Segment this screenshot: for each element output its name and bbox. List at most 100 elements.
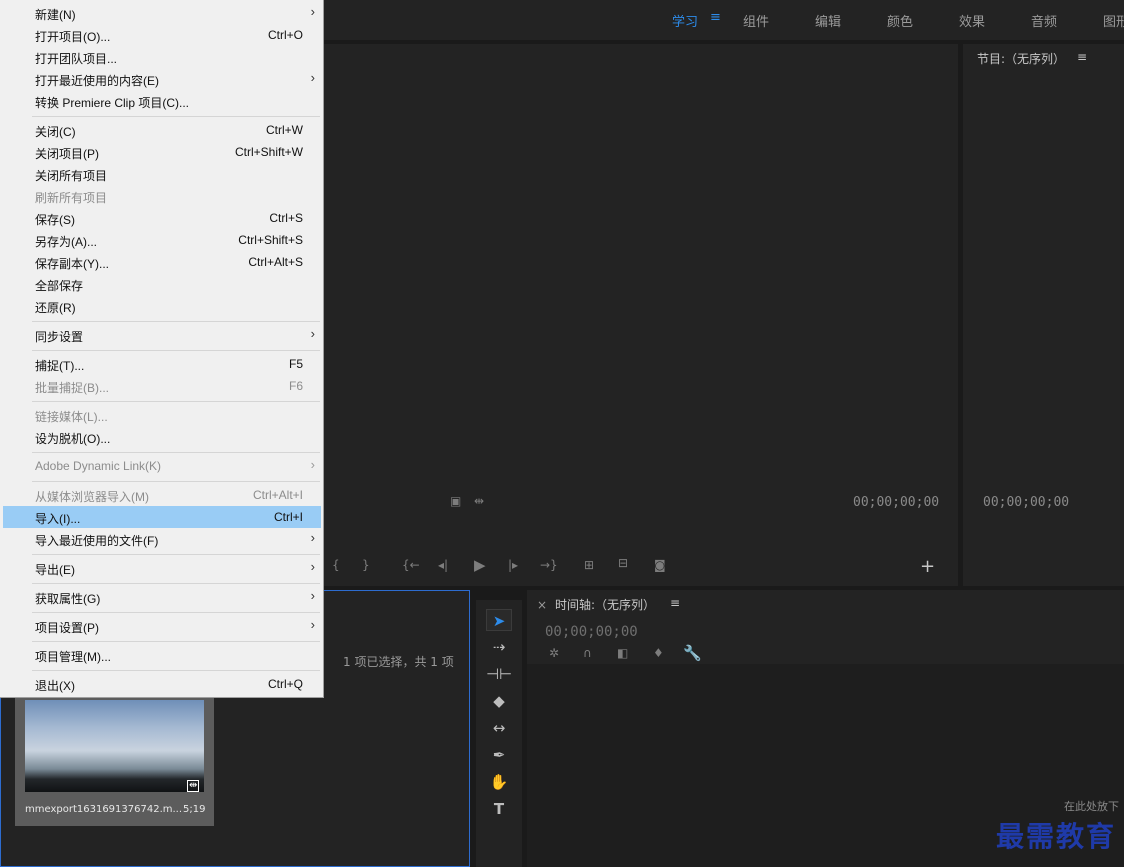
menu-separator <box>32 350 320 351</box>
workspace-tab-editing[interactable]: 编辑 <box>815 11 841 30</box>
program-monitor-panel: 节目:（无序列） ≡ 00;00;00;00 <box>963 44 1124 586</box>
menu-item-capture[interactable]: 捕捉(T)... F5 <box>3 353 321 375</box>
submenu-arrow-icon: › <box>310 457 315 472</box>
add-button-icon[interactable]: + <box>920 556 935 577</box>
menu-separator <box>32 641 320 642</box>
menu-item-open-team-project[interactable]: 打开团队项目... <box>3 46 321 68</box>
menu-item-save-as[interactable]: 另存为(A)... Ctrl+Shift+S <box>3 229 321 251</box>
menu-separator <box>32 670 320 671</box>
menu-item-new[interactable]: 新建(N) › <box>3 2 321 24</box>
menu-item-import[interactable]: 导入(I)... Ctrl+I <box>3 506 321 528</box>
safe-margins-icon[interactable]: ▣ <box>450 494 461 508</box>
timeline-drop-hint: 在此处放下 <box>1064 800 1119 813</box>
workspace-menu-icon[interactable]: ≡ <box>710 10 721 25</box>
workspace-tab-effects[interactable]: 效果 <box>959 11 985 30</box>
camera-icon[interactable]: ◙ <box>654 558 666 572</box>
linked-selection-icon[interactable]: ◧ <box>617 646 628 660</box>
submenu-arrow-icon: › <box>310 559 315 574</box>
menu-item-export[interactable]: 导出(E) › <box>3 557 321 579</box>
timeline-close-icon[interactable]: × <box>537 598 547 612</box>
submenu-arrow-icon: › <box>310 70 315 85</box>
overwrite-icon[interactable]: ⊟ <box>618 556 628 570</box>
add-marker-icon[interactable]: ♦ <box>653 646 664 660</box>
menu-item-save[interactable]: 保存(S) Ctrl+S <box>3 207 321 229</box>
program-menu-icon[interactable]: ≡ <box>1077 50 1087 64</box>
menu-separator <box>32 452 320 453</box>
timeline-menu-icon[interactable]: ≡ <box>670 596 680 610</box>
menu-item-close[interactable]: 关闭(C) Ctrl+W <box>3 119 321 141</box>
file-menu: 新建(N) › 打开项目(O)... Ctrl+O 打开团队项目... 打开最近使用… <box>0 0 324 698</box>
menu-item-make-offline[interactable]: 设为脱机(O)... <box>3 426 321 448</box>
workspace-tab-color[interactable]: 颜色 <box>887 11 913 30</box>
workspace-tab-assembly[interactable]: 组件 <box>743 11 769 30</box>
menu-separator <box>32 321 320 322</box>
clip-duration: 5;19 <box>183 804 206 815</box>
slip-tool-icon[interactable]: ↔ <box>486 717 512 739</box>
submenu-arrow-icon: › <box>310 326 315 341</box>
hand-tool-icon[interactable]: ✋ <box>486 771 512 793</box>
go-to-in-icon[interactable]: {← <box>402 558 420 572</box>
menu-item-project-manager[interactable]: 项目管理(M)... <box>3 644 321 666</box>
mark-in-icon[interactable]: { <box>332 558 340 572</box>
submenu-arrow-icon: › <box>310 588 315 603</box>
menu-item-project-settings[interactable]: 项目设置(P) › <box>3 615 321 637</box>
timeline-timecode[interactable]: 00;00;00;00 <box>545 624 638 640</box>
menu-item-import-from-media-browser: 从媒体浏览器导入(M) Ctrl+Alt+I <box>35 488 303 504</box>
menu-item-sync-settings[interactable]: 同步设置 › <box>3 324 321 346</box>
wrench-icon[interactable]: 🔧 <box>683 644 702 662</box>
play-icon[interactable]: ▶ <box>474 556 486 574</box>
pen-tool-icon[interactable]: ✒ <box>486 744 512 766</box>
menu-item-import-recent-file[interactable]: 导入最近使用的文件(F) › <box>3 528 321 550</box>
selection-status: 1 项已选择，共 1 项 <box>343 655 454 669</box>
menu-item-refresh-all-projects: 刷新所有项目 <box>35 191 108 205</box>
selection-tool-icon[interactable]: ➤ <box>486 609 512 631</box>
mark-out-icon[interactable]: } <box>362 558 370 572</box>
razor-tool-icon[interactable]: ◆ <box>486 690 512 712</box>
menu-separator <box>32 612 320 613</box>
menu-item-get-properties[interactable]: 获取属性(G) › <box>3 586 321 608</box>
tools-panel: ➤ ⇢ ⊣⊢ ◆ ↔ ✒ ✋ T <box>476 600 522 867</box>
menu-separator <box>32 401 320 402</box>
go-to-out-icon[interactable]: →} <box>540 558 558 572</box>
program-timecode[interactable]: 00;00;00;00 <box>983 495 1069 510</box>
menu-item-batch-capture: 批量捕捉(B)... F6 <box>35 379 303 395</box>
step-forward-icon[interactable]: |▸ <box>508 558 518 572</box>
insert-icon[interactable]: ⊞ <box>584 558 594 572</box>
menu-item-open-recent[interactable]: 打开最近使用的内容(E) › <box>3 68 321 90</box>
menu-separator <box>32 554 320 555</box>
ripple-edit-tool-icon[interactable]: ⊣⊢ <box>486 663 512 685</box>
menu-item-convert-clip-project[interactable]: 转换 Premiere Clip 项目(C)... <box>3 90 321 112</box>
menu-item-close-all-projects[interactable]: 关闭所有项目 <box>3 163 321 185</box>
clip-preview-image <box>25 700 204 792</box>
watermark-logo: 最需教育 <box>995 820 1116 853</box>
menu-item-close-project[interactable]: 关闭项目(P) Ctrl+Shift+W <box>3 141 321 163</box>
menu-separator <box>32 481 320 482</box>
submenu-arrow-icon: › <box>310 4 315 19</box>
menu-item-exit[interactable]: 退出(X) Ctrl+Q <box>3 673 321 695</box>
workspace-tab-learn[interactable]: 学习 <box>672 11 698 30</box>
step-back-icon[interactable]: ◂| <box>438 558 448 572</box>
menu-item-revert[interactable]: 还原(R) <box>3 295 321 317</box>
type-tool-icon[interactable]: T <box>486 798 512 820</box>
submenu-arrow-icon: › <box>310 617 315 632</box>
clip-video-icon: ⇹ <box>187 780 200 792</box>
workspace-tab-graphics[interactable]: 图形 <box>1103 11 1124 30</box>
menu-item-save-copy[interactable]: 保存副本(Y)... Ctrl+Alt+S <box>3 251 321 273</box>
timeline-title[interactable]: 时间轴:（无序列） <box>555 596 655 613</box>
clip-name: mmexport1631691376742.m... <box>25 804 183 815</box>
workspace-tab-audio[interactable]: 音频 <box>1031 11 1057 30</box>
output-toggle-icon[interactable]: ⇹ <box>474 494 484 508</box>
clip-thumbnail[interactable]: ⇹ mmexport1631691376742.m... 5;19 <box>15 686 214 826</box>
program-monitor-title[interactable]: 节目:（无序列） <box>977 50 1065 67</box>
menu-item-link-media: 链接媒体(L)... <box>35 410 108 424</box>
menu-separator <box>32 583 320 584</box>
menu-item-save-all[interactable]: 全部保存 <box>3 273 321 295</box>
track-select-tool-icon[interactable]: ⇢ <box>486 636 512 658</box>
nest-icon[interactable]: ✲ <box>549 646 559 660</box>
menu-item-dynamic-link: Adobe Dynamic Link(K) › <box>35 457 315 473</box>
menu-item-open-project[interactable]: 打开项目(O)... Ctrl+O <box>3 24 321 46</box>
source-timecode[interactable]: 00;00;00;00 <box>853 495 939 510</box>
submenu-arrow-icon: › <box>310 530 315 545</box>
source-monitor-panel: ▣ ⇹ 00;00;00;00 { } {← ◂| ▶ |▸ →} ⊞ ⊟ ◙ … <box>324 44 958 586</box>
snap-icon[interactable]: ∩ <box>583 646 592 660</box>
